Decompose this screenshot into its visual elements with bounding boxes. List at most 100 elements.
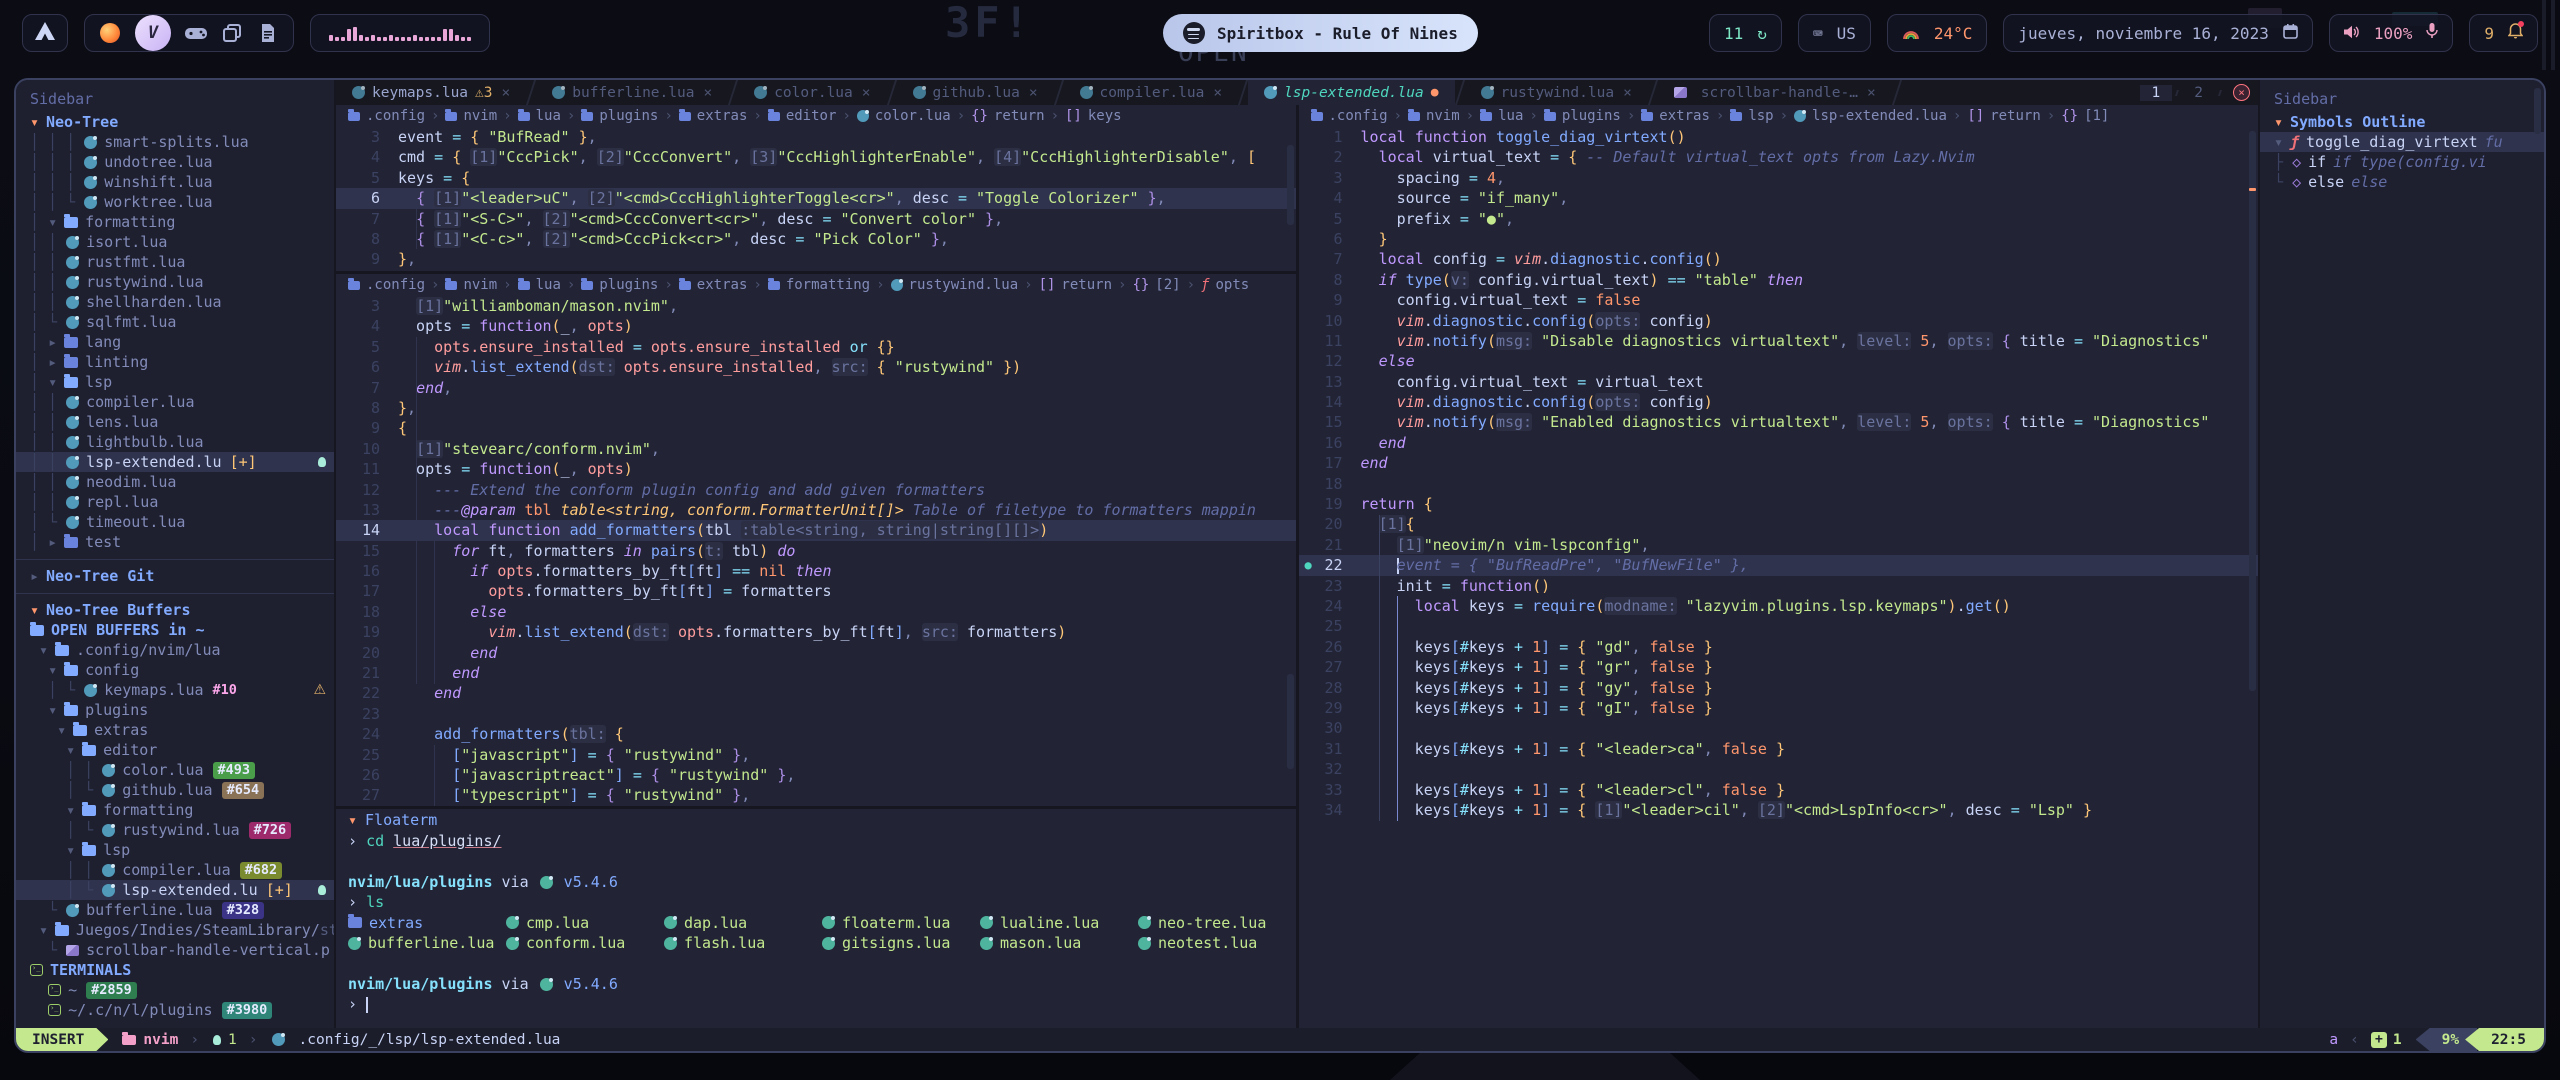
audio-widget[interactable]: 100% xyxy=(2329,14,2454,52)
tab-close-icon[interactable]: × xyxy=(1867,85,1876,101)
windows-stack-icon[interactable] xyxy=(221,22,243,44)
chevron-down-icon[interactable]: ▾ xyxy=(39,641,55,659)
tree-row-winshift-lua[interactable]: │ │ │ winshift.lua xyxy=(16,172,334,192)
tab-close-icon[interactable]: × xyxy=(1213,85,1222,101)
ls-item-neotest-lua[interactable]: neotest.lua xyxy=(1138,934,1296,952)
tree-row-lsp[interactable]: ▾lsp xyxy=(16,840,334,860)
tree-row-scrollbar-handle-vertical-p[interactable]: └ scrollbar-handle-vertical.p xyxy=(16,940,334,960)
tree-row-lang[interactable]: │ ▸lang xyxy=(16,332,334,352)
tab-color-lua[interactable]: color.lua× xyxy=(738,80,886,105)
ls-item-dap-lua[interactable]: dap.lua xyxy=(664,914,822,932)
tree-row-isort-lua[interactable]: │ │ isort.lua xyxy=(16,232,334,252)
weather-widget[interactable]: 24°C xyxy=(1887,14,1988,52)
tree-row-test[interactable]: │ ▸test xyxy=(16,532,334,552)
gamepad-icon[interactable] xyxy=(185,22,207,44)
ls-item-flash-lua[interactable]: flash.lua xyxy=(664,934,822,952)
tree-row-editor[interactable]: ▾editor xyxy=(16,740,334,760)
tree-row-neodim-lua[interactable]: │ │ neodim.lua xyxy=(16,472,334,492)
tab-close-icon[interactable]: × xyxy=(1029,85,1038,101)
document-icon[interactable] xyxy=(257,22,279,44)
tree-row-[interactable]: ~#2859 xyxy=(16,980,334,1000)
neovim-icon-active[interactable]: V xyxy=(135,15,171,51)
floaterm-pane[interactable]: ▾ Floaterm › cd lua/plugins/nvim/lua/plu… xyxy=(336,809,1296,1028)
tab-github-lua[interactable]: github.lua× xyxy=(897,80,1054,105)
tab-close-icon[interactable]: × xyxy=(862,85,871,101)
chevron-down-icon[interactable]: ▾ xyxy=(66,741,82,759)
tree-row-undotree-lua[interactable]: │ │ │ undotree.lua xyxy=(16,152,334,172)
section-header-symbols-outline[interactable]: ▾Symbols Outline xyxy=(2260,112,2544,132)
tab-lsp-extended-lua[interactable]: lsp-extended.lua● xyxy=(1248,80,1455,105)
tree-row-config-nvim-lua[interactable]: ▾.config/nvim/lua xyxy=(16,640,334,660)
tab-close-icon[interactable]: × xyxy=(703,85,712,101)
tree-row-config[interactable]: ▾config xyxy=(16,660,334,680)
chevron-down-icon[interactable]: ▾ xyxy=(2274,113,2290,131)
tree-row-lsp-extended-lu[interactable]: │ │ lsp-extended.lu[+] xyxy=(16,452,334,472)
ls-item-extras[interactable]: extras xyxy=(348,914,506,932)
tree-row-compiler-lua[interactable]: │ │ compiler.lua xyxy=(16,392,334,412)
tree-row-sqlfmt-lua[interactable]: │ └ sqlfmt.lua xyxy=(16,312,334,332)
tree-row-worktree-lua[interactable]: │ │ └ worktree.lua xyxy=(16,192,334,212)
tree-row-rustywind-lua[interactable]: │ │ rustywind.lua xyxy=(16,272,334,292)
tree-row-terminals[interactable]: TERMINALS xyxy=(16,960,334,980)
sidebar-scrollbar[interactable] xyxy=(2534,88,2541,134)
chevron-right-icon[interactable]: ▸ xyxy=(30,567,46,585)
ls-item-floaterm-lua[interactable]: floaterm.lua xyxy=(822,914,980,932)
chevron-down-icon[interactable]: ▾ xyxy=(2274,133,2290,151)
tree-row-linting[interactable]: │ ▸linting xyxy=(16,352,334,372)
tree-row-lens-lua[interactable]: │ │ lens.lua xyxy=(16,412,334,432)
tree-row-lightbulb-lua[interactable]: │ │ lightbulb.lua xyxy=(16,432,334,452)
chevron-down-icon[interactable]: ▾ xyxy=(39,921,55,939)
tree-row-else[interactable]: └ ◇elseelse xyxy=(2260,172,2544,192)
tab-rustywind-lua[interactable]: rustywind.lua× xyxy=(1465,80,1648,105)
editor-pane-lsp-extended-lua[interactable]: .config›nvim›lua›plugins›extras›lsp›lsp-… xyxy=(1299,105,2259,1028)
tree-row-toggle-diag-virtext[interactable]: ▾ƒtoggle_diag_virtextfu xyxy=(2260,132,2544,152)
launcher-button[interactable] xyxy=(22,14,68,52)
tree-row-rustfmt-lua[interactable]: │ │ rustfmt.lua xyxy=(16,252,334,272)
chevron-down-icon[interactable]: ▾ xyxy=(30,113,46,131)
chevron-right-icon[interactable]: ▸ xyxy=(48,353,64,371)
ls-item-gitsigns-lua[interactable]: gitsigns.lua xyxy=(822,934,980,952)
tab-close-icon[interactable]: × xyxy=(502,85,511,101)
tree-row-formatting[interactable]: │ ▾formatting xyxy=(16,212,334,232)
chevron-down-icon[interactable]: ▾ xyxy=(48,701,64,719)
keyboard-layout-widget[interactable]: ⌨ US xyxy=(1798,14,1871,52)
pane-scrollbar[interactable] xyxy=(2249,131,2256,691)
tree-row-timeout-lua[interactable]: │ └ timeout.lua xyxy=(16,512,334,532)
ls-item-conform-lua[interactable]: conform.lua xyxy=(506,934,664,952)
floaterm-header[interactable]: ▾ Floaterm xyxy=(336,809,1296,831)
pane-scrollbar[interactable] xyxy=(1287,674,1294,769)
ls-item-neo-tree-lua[interactable]: neo-tree.lua xyxy=(1138,914,1296,932)
updates-widget[interactable]: 11 ↻ xyxy=(1709,14,1782,52)
chevron-down-icon[interactable]: ▾ xyxy=(48,373,64,391)
editor-pane-color-lua[interactable]: .config›nvim›lua›plugins›extras›editor›c… xyxy=(336,105,1296,271)
tab-compiler-lua[interactable]: compiler.lua× xyxy=(1064,80,1239,105)
tabpage-2[interactable]: 2 xyxy=(2182,85,2215,101)
chevron-down-icon[interactable]: ▾ xyxy=(66,801,82,819)
tree-row-smart-splits-lua[interactable]: │ │ │ smart-splits.lua xyxy=(16,132,334,152)
chevron-down-icon[interactable]: ▾ xyxy=(48,661,64,679)
tree-row-compiler-lua[interactable]: │ │ compiler.lua#682 xyxy=(16,860,334,880)
tree-row-formatting[interactable]: ▾formatting xyxy=(16,800,334,820)
tree-row-color-lua[interactable]: │ │ color.lua#493 xyxy=(16,760,334,780)
chevron-down-icon[interactable]: ▾ xyxy=(30,601,46,619)
tabpage-1[interactable]: 1 xyxy=(2140,85,2173,101)
editor-pane-rustywind-lua[interactable]: .config›nvim›lua›plugins›extras›formatti… xyxy=(336,274,1296,806)
tree-row-github-lua[interactable]: │ └ github.lua#654 xyxy=(16,780,334,800)
tree-row-rustywind-lua[interactable]: │ └ rustywind.lua#726 xyxy=(16,820,334,840)
ls-item-mason-lua[interactable]: mason.lua xyxy=(980,934,1138,952)
chevron-down-icon[interactable]: ▾ xyxy=(48,213,64,231)
ls-item-lualine-lua[interactable]: lualine.lua xyxy=(980,914,1138,932)
section-header-neo-tree[interactable]: ▾Neo-Tree xyxy=(16,112,334,132)
now-playing-widget[interactable]: Spiritbox - Rule Of Nines xyxy=(1163,14,1478,52)
notifications-widget[interactable]: 9 xyxy=(2469,14,2538,52)
tab-close-icon[interactable]: × xyxy=(1623,85,1632,101)
tree-row-open-buffers-in[interactable]: OPEN BUFFERS in ~ xyxy=(16,620,334,640)
ls-item-bufferline-lua[interactable]: bufferline.lua xyxy=(348,934,506,952)
tree-row-repl-lua[interactable]: │ │ repl.lua xyxy=(16,492,334,512)
firefox-icon[interactable] xyxy=(99,22,121,44)
tree-row-lsp-extended-lu[interactable]: │ └ lsp-extended.lu[+] xyxy=(16,880,334,900)
date-widget[interactable]: jueves, noviembre 16, 2023 xyxy=(2003,14,2312,52)
tree-row-lsp[interactable]: │ ▾lsp xyxy=(16,372,334,392)
tab-keymaps-lua[interactable]: keymaps.lua⚠3× xyxy=(336,80,526,105)
tree-row-if[interactable]: ├ ◇ifif type(config.vi xyxy=(2260,152,2544,172)
